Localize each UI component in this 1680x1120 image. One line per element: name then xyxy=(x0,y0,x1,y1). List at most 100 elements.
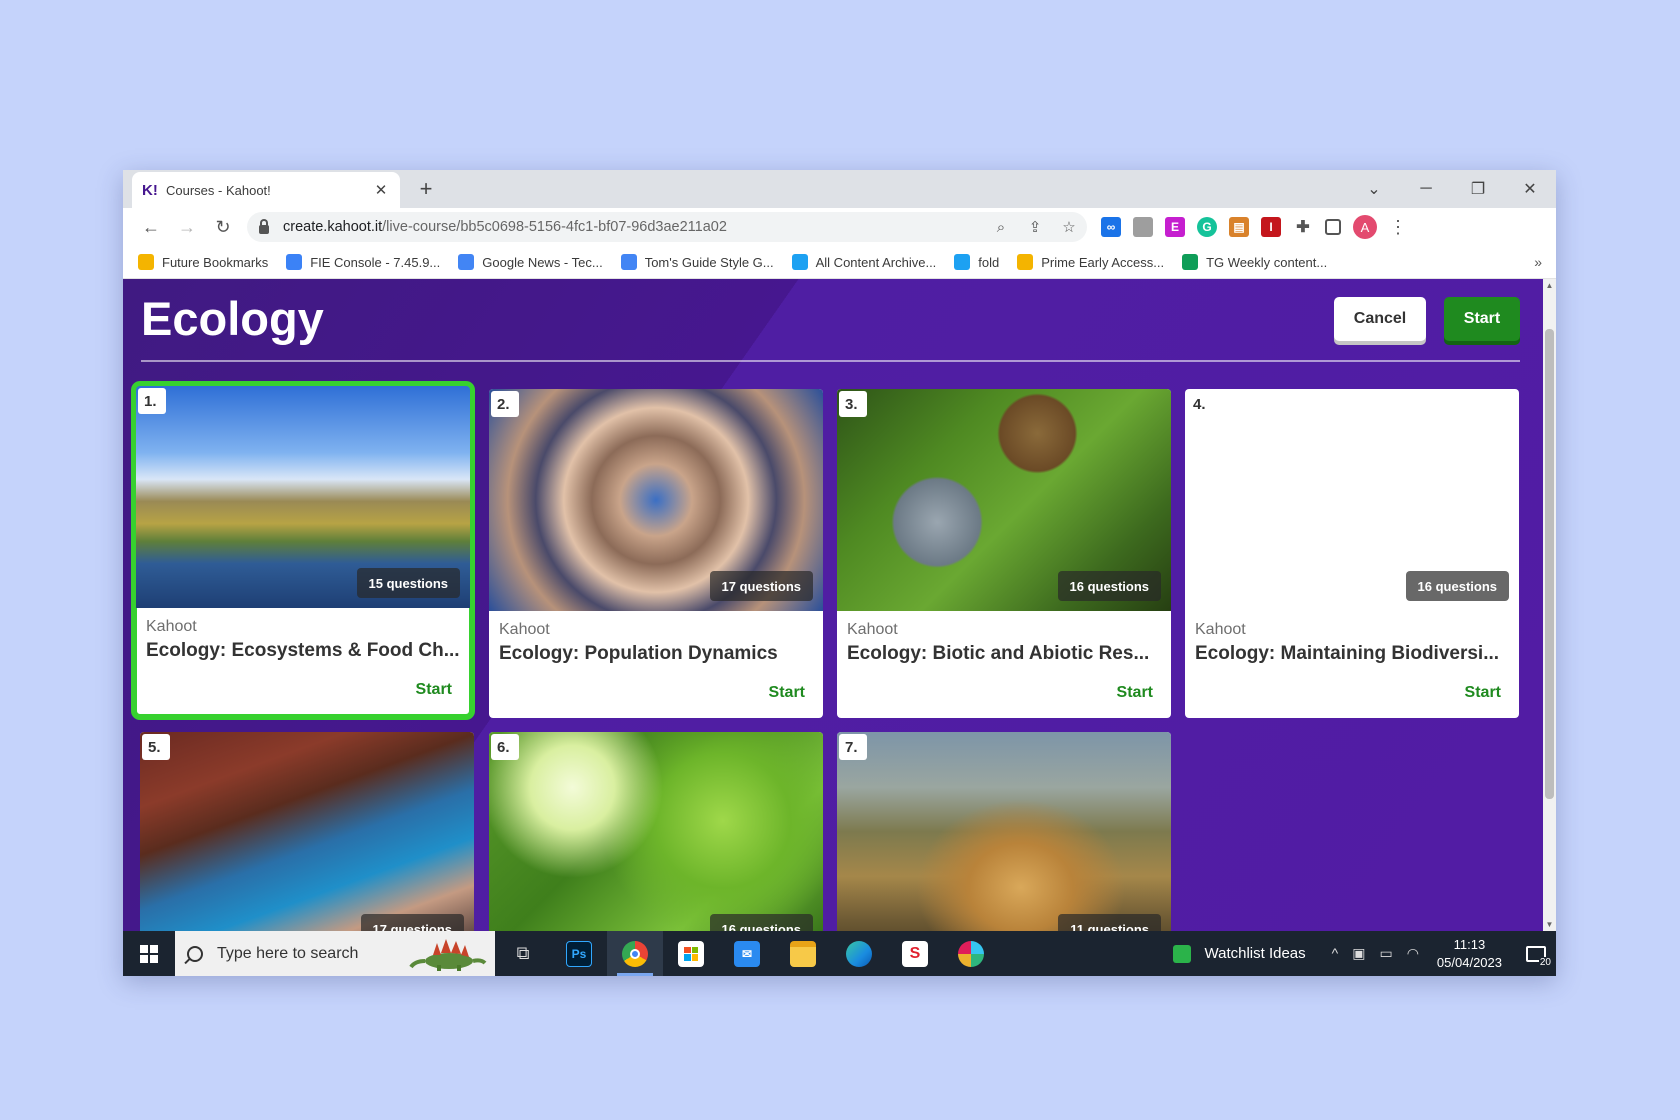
bookmark-item[interactable]: Prime Early Access... xyxy=(1017,254,1164,270)
bookmark-item[interactable]: Google News - Tec... xyxy=(458,254,602,270)
course-card-4[interactable]: 4. 16 questions Kahoot Ecology: Maintain… xyxy=(1185,389,1519,718)
grammarly-icon[interactable]: G xyxy=(1197,217,1217,237)
slides-icon xyxy=(1017,254,1033,270)
browser-toolbar: ← → ↻ create.kahoot.it/live-course/bb5c0… xyxy=(123,208,1556,246)
question-count-badge: 17 questions xyxy=(361,914,464,931)
restore-button[interactable]: ❐ xyxy=(1452,170,1504,208)
card-number: 7. xyxy=(839,734,867,760)
card-start-button[interactable]: Start xyxy=(769,684,805,702)
wifi-icon[interactable]: ◠ xyxy=(1407,945,1419,962)
address-bar[interactable]: create.kahoot.it/live-course/bb5c0698-51… xyxy=(247,212,1087,242)
e-extension-icon[interactable]: E xyxy=(1165,217,1185,237)
display-icon[interactable]: ▣ xyxy=(1352,945,1365,962)
page-title: Ecology xyxy=(141,291,324,346)
search-icon xyxy=(187,946,203,962)
close-window-button[interactable]: ✕ xyxy=(1504,170,1556,208)
new-tab-button[interactable]: + xyxy=(413,176,439,202)
browser-window: K! Courses - Kahoot! ✕ + ⌄ ─ ❐ ✕ ← → ↻ c… xyxy=(123,170,1556,976)
card-kind: Kahoot xyxy=(1195,621,1246,639)
card-number: 5. xyxy=(142,734,170,760)
bookmarks-bar: Future Bookmarks FIE Console - 7.45.9...… xyxy=(123,246,1556,279)
clock[interactable]: 11:13 05/04/2023 xyxy=(1437,936,1502,972)
t-icon xyxy=(792,254,808,270)
reload-button[interactable]: ↻ xyxy=(205,212,241,242)
windows-logo-icon xyxy=(140,945,158,963)
card-number: 2. xyxy=(491,391,519,417)
link-extension-icon[interactable]: ∞ xyxy=(1101,217,1121,237)
task-view-button[interactable]: ⧉ xyxy=(495,931,551,976)
zoom-search-icon[interactable]: ⌕ xyxy=(991,219,1011,236)
red-app-icon: S xyxy=(902,941,928,967)
bookmark-item[interactable]: fold xyxy=(954,254,999,270)
scroll-thumb[interactable] xyxy=(1545,329,1554,799)
card-start-button[interactable]: Start xyxy=(1465,684,1501,702)
bookmark-item[interactable]: All Content Archive... xyxy=(792,254,937,270)
red-extension-icon[interactable]: I xyxy=(1261,217,1281,237)
puzzle-extensions-icon[interactable]: ✚ xyxy=(1293,217,1313,237)
card-kind: Kahoot xyxy=(499,621,550,639)
photoshop-icon: Ps xyxy=(566,941,592,967)
system-tray: Watchlist Ideas ^ ▣ ▭ ◠ 11:13 05/04/2023… xyxy=(1173,931,1557,976)
course-card-2[interactable]: 2. 17 questions Kahoot Ecology: Populati… xyxy=(489,389,823,718)
tab-title: Courses - Kahoot! xyxy=(166,183,372,198)
tab-courses[interactable]: K! Courses - Kahoot! ✕ xyxy=(132,172,400,208)
page-scrollbar[interactable]: ▲ ▼ xyxy=(1543,279,1556,931)
notifications-button[interactable]: 20 xyxy=(1516,931,1556,976)
course-card-6[interactable]: 6. 16 questions xyxy=(489,732,823,931)
more-bookmarks-icon[interactable]: » xyxy=(1534,254,1542,270)
taskbar-chrome[interactable] xyxy=(607,931,663,976)
sheets-icon xyxy=(1182,254,1198,270)
windows-start-button[interactable] xyxy=(123,931,175,976)
course-card-3[interactable]: 3. 16 questions Kahoot Ecology: Biotic a… xyxy=(837,389,1171,718)
bookmark-item[interactable]: Future Bookmarks xyxy=(138,254,268,270)
course-card-7[interactable]: 7. 11 questions xyxy=(837,732,1171,931)
course-card-1[interactable]: 1. 15 questions Kahoot Ecology: Ecosyste… xyxy=(136,386,470,715)
task-view-icon: ⧉ xyxy=(517,943,530,964)
battery-icon[interactable]: ▭ xyxy=(1379,945,1392,962)
notification-count: 20 xyxy=(1539,957,1552,968)
bookmark-star-icon[interactable]: ☆ xyxy=(1059,218,1079,236)
question-count-badge: 17 questions xyxy=(710,571,813,601)
gray-extension-icon[interactable] xyxy=(1133,217,1153,237)
chrome-icon xyxy=(622,941,648,967)
profile-avatar[interactable]: A xyxy=(1353,215,1377,239)
taskbar-edge[interactable] xyxy=(831,931,887,976)
minimize-button[interactable]: ─ xyxy=(1400,170,1452,208)
card-number: 3. xyxy=(839,391,867,417)
watchlist-widget[interactable]: Watchlist Ideas xyxy=(1173,945,1306,963)
lock-icon[interactable] xyxy=(259,225,269,234)
back-button[interactable]: ← xyxy=(133,212,169,242)
taskbar-file-explorer[interactable] xyxy=(775,931,831,976)
bookmark-item[interactable]: TG Weekly content... xyxy=(1182,254,1327,270)
start-button[interactable]: Start xyxy=(1444,297,1520,341)
chevron-up-icon[interactable]: ^ xyxy=(1332,945,1339,962)
close-tab-icon[interactable]: ✕ xyxy=(372,181,390,199)
taskbar-photoshop[interactable]: Ps xyxy=(551,931,607,976)
taskbar-search-placeholder: Type here to search xyxy=(217,945,358,963)
bookmark-item[interactable]: FIE Console - 7.45.9... xyxy=(286,254,440,270)
card-start-button[interactable]: Start xyxy=(1117,684,1153,702)
side-panel-icon[interactable] xyxy=(1325,219,1341,235)
scroll-down-arrow-icon[interactable]: ▼ xyxy=(1543,920,1556,929)
card-start-button[interactable]: Start xyxy=(416,681,452,699)
taskbar-mail[interactable]: ✉ xyxy=(719,931,775,976)
card-title: Ecology: Population Dynamics xyxy=(499,643,815,665)
tab-search-chevron-icon[interactable]: ⌄ xyxy=(1348,170,1400,208)
cheetahs-image xyxy=(837,732,1171,931)
forward-button[interactable]: → xyxy=(169,212,205,242)
question-count-badge: 11 questions xyxy=(1058,914,1161,931)
share-icon[interactable]: ⇪ xyxy=(1025,218,1045,236)
taskbar-slack[interactable] xyxy=(943,931,999,976)
taskbar-search-box[interactable]: Type here to search xyxy=(175,931,495,976)
course-card-5[interactable]: 5. 17 questions xyxy=(140,732,474,931)
taskbar-app-red[interactable]: S xyxy=(887,931,943,976)
taskbar-store[interactable] xyxy=(663,931,719,976)
bookmark-item[interactable]: Tom's Guide Style G... xyxy=(621,254,774,270)
orange-extension-icon[interactable]: ▤ xyxy=(1229,217,1249,237)
card-title: Ecology: Maintaining Biodiversi... xyxy=(1195,643,1511,665)
scroll-up-arrow-icon[interactable]: ▲ xyxy=(1543,281,1556,290)
mail-icon: ✉ xyxy=(734,941,760,967)
slack-icon xyxy=(958,941,984,967)
cancel-button[interactable]: Cancel xyxy=(1334,297,1426,341)
menu-kebab-icon[interactable]: ⋮ xyxy=(1389,217,1405,238)
